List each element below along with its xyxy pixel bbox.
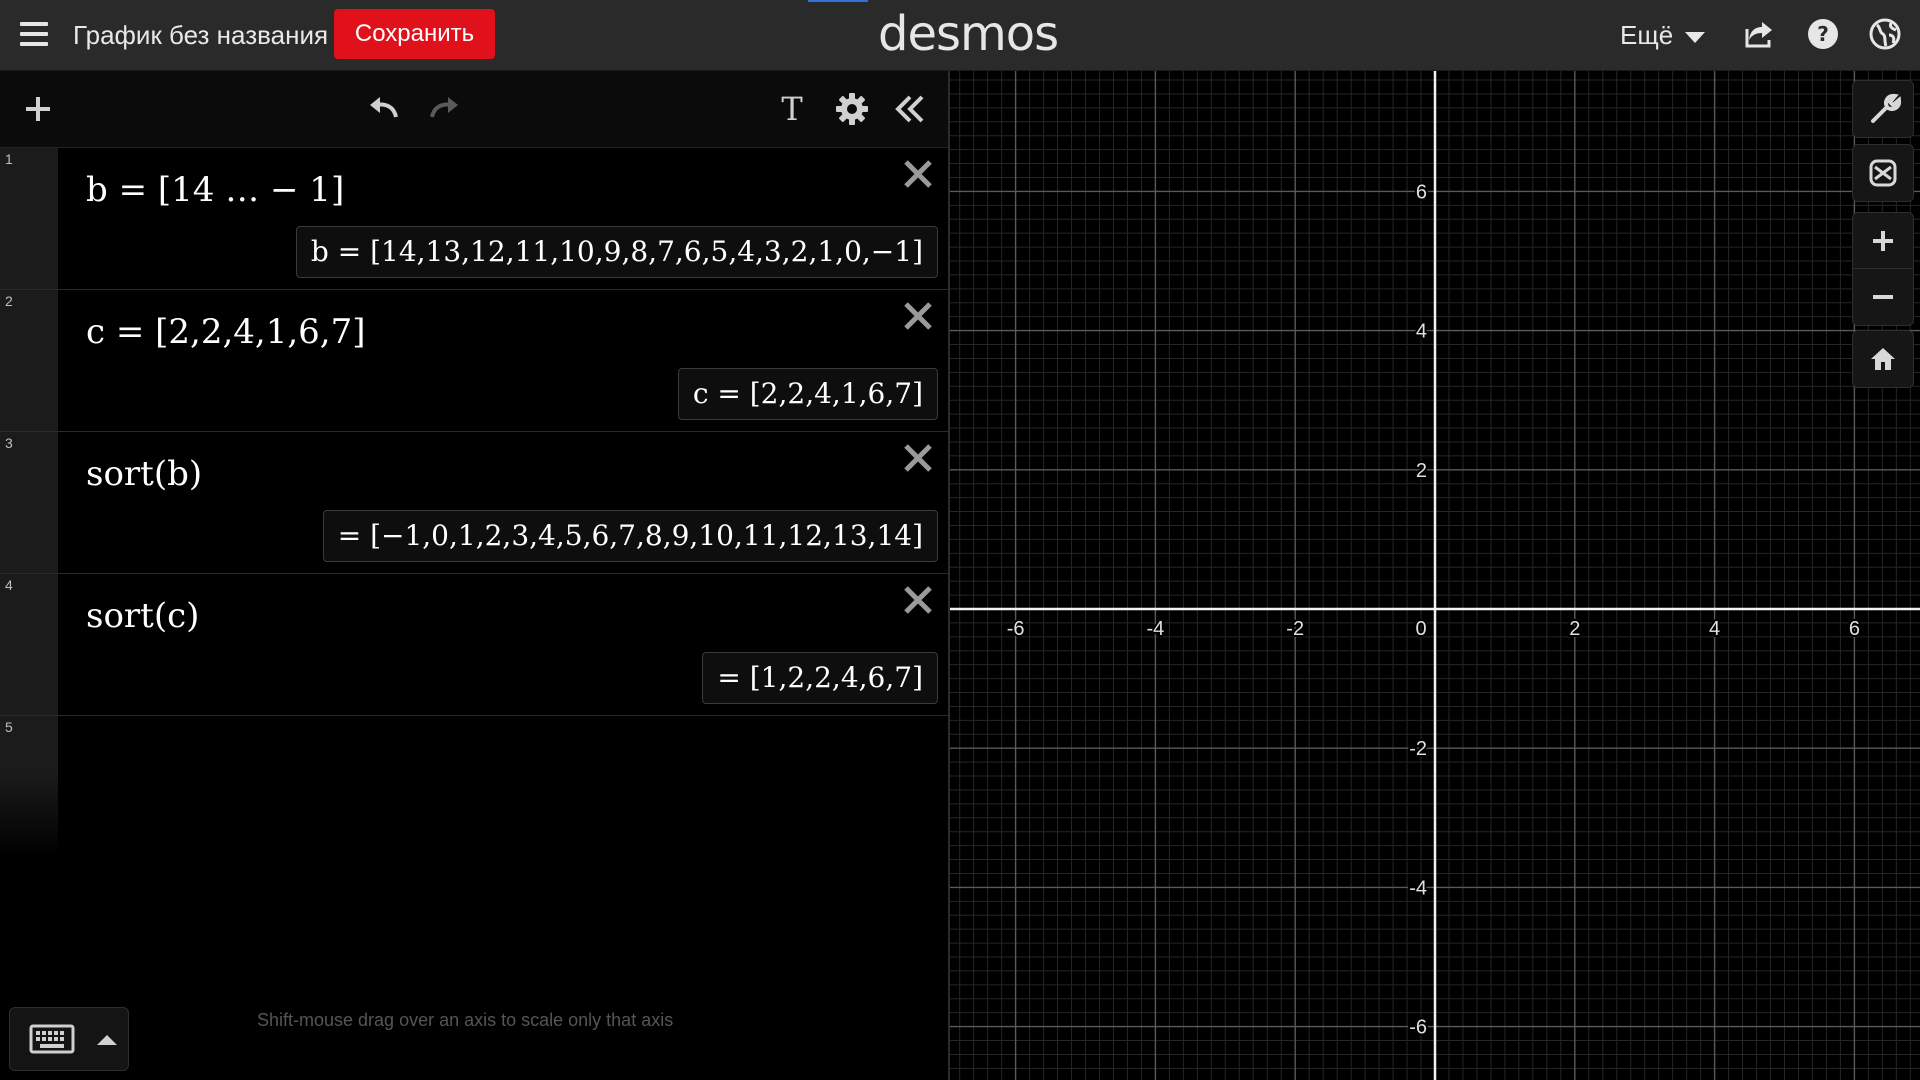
default-view-button[interactable] bbox=[1852, 330, 1914, 388]
minus-icon bbox=[1873, 295, 1893, 299]
expression-input[interactable]: sort(c) bbox=[86, 596, 199, 636]
expression-input[interactable]: b = [14 … − 1] bbox=[86, 170, 344, 210]
gear-icon[interactable] bbox=[830, 87, 874, 131]
graph-icon-button[interactable] bbox=[1852, 144, 1914, 202]
more-menu[interactable]: Ещё bbox=[1620, 20, 1706, 51]
x-tick-label: -2 bbox=[1286, 618, 1304, 640]
active-indicator bbox=[808, 0, 868, 2]
graph-paper-icon bbox=[1869, 159, 1897, 187]
globe-icon[interactable] bbox=[1867, 16, 1903, 52]
more-label: Ещё bbox=[1620, 20, 1674, 50]
save-button[interactable]: Сохранить bbox=[334, 9, 495, 59]
expression-result: c = [2,2,4,1,6,7] bbox=[677, 368, 938, 420]
expression-row[interactable]: 1 b = [14 … − 1] b = [14,13,12,11,10,9,8… bbox=[0, 148, 948, 290]
keyboard-icon bbox=[29, 1024, 117, 1054]
expression-row-empty[interactable]: 5 bbox=[0, 716, 948, 857]
graph-title[interactable]: График без названия bbox=[73, 20, 328, 51]
zoom-in-button[interactable] bbox=[1852, 212, 1914, 270]
redo-icon[interactable] bbox=[422, 87, 466, 131]
expression-gutter: 4 bbox=[0, 574, 58, 715]
close-icon[interactable] bbox=[898, 154, 938, 194]
expression-index: 5 bbox=[5, 719, 13, 735]
x-tick-label: 6 bbox=[1849, 618, 1860, 640]
expression-row[interactable]: 2 c = [2,2,4,1,6,7] c = [2,2,4,1,6,7] bbox=[0, 290, 948, 432]
x-tick-label: -6 bbox=[1007, 618, 1025, 640]
expression-gutter: 2 bbox=[0, 290, 58, 431]
y-tick-label: -4 bbox=[1409, 877, 1427, 899]
expression-result: = [1,2,2,4,6,7] bbox=[702, 652, 938, 704]
y-tick-label: 4 bbox=[1416, 321, 1427, 343]
expression-gutter: 5 bbox=[0, 716, 58, 857]
caret-down-icon bbox=[1685, 31, 1706, 43]
plus-icon bbox=[1873, 231, 1893, 251]
plus-icon[interactable] bbox=[16, 87, 60, 131]
y-tick-label: 2 bbox=[1416, 460, 1427, 482]
expression-panel: T 1 b = [14 … − 1] b = [14,13,12,11,10,9… bbox=[0, 71, 948, 1080]
share-icon[interactable] bbox=[1742, 16, 1778, 52]
wrench-icon bbox=[1871, 93, 1902, 123]
x-tick-label: 0 bbox=[1415, 618, 1426, 640]
axis-scale-hint: Shift-mouse drag over an axis to scale o… bbox=[257, 1010, 674, 1030]
expression-row[interactable]: 4 sort(c) = [1,2,2,4,6,7] bbox=[0, 574, 948, 716]
y-tick-label: -2 bbox=[1409, 738, 1427, 760]
graph-canvas[interactable]: -6 -4 -2 0 2 4 6 6 4 2 -2 -4 -6 bbox=[950, 71, 1920, 1080]
expression-input[interactable]: sort(b) bbox=[86, 454, 202, 494]
text-icon[interactable]: T bbox=[770, 87, 814, 131]
expression-input[interactable]: c = [2,2,4,1,6,7] bbox=[86, 312, 366, 352]
home-icon bbox=[1871, 348, 1895, 370]
expression-row[interactable]: 3 sort(b) = [−1,0,1,2,3,4,5,6,7,8,9,10,1… bbox=[0, 432, 948, 574]
svg-text:?: ? bbox=[1817, 22, 1829, 46]
desmos-logo: desmos bbox=[878, 6, 1059, 62]
zoom-out-button[interactable] bbox=[1852, 268, 1914, 326]
expression-index: 2 bbox=[5, 293, 13, 309]
y-tick-label: -6 bbox=[1409, 1017, 1427, 1039]
close-icon[interactable] bbox=[898, 438, 938, 478]
help-icon[interactable]: ? bbox=[1805, 16, 1841, 52]
close-icon[interactable] bbox=[898, 580, 938, 620]
double-chevron-left-icon[interactable] bbox=[888, 87, 932, 131]
graph-settings-button[interactable] bbox=[1852, 80, 1914, 138]
expression-list: 1 b = [14 … − 1] b = [14,13,12,11,10,9,8… bbox=[0, 148, 948, 857]
x-tick-label: 2 bbox=[1569, 618, 1580, 640]
expression-result: = [−1,0,1,2,3,4,5,6,7,8,9,10,11,12,13,14… bbox=[322, 510, 938, 562]
expression-gutter: 1 bbox=[0, 148, 58, 289]
x-tick-label: 4 bbox=[1709, 618, 1720, 640]
hamburger-icon[interactable] bbox=[16, 18, 52, 50]
expression-index: 1 bbox=[5, 151, 13, 167]
expression-toolbar: T bbox=[0, 71, 948, 148]
expression-gutter: 3 bbox=[0, 432, 58, 573]
caret-up-icon bbox=[97, 1035, 117, 1045]
y-tick-label: 6 bbox=[1416, 181, 1427, 203]
close-icon[interactable] bbox=[898, 296, 938, 336]
undo-icon[interactable] bbox=[362, 87, 406, 131]
top-bar: График без названия Сохранить desmos Ещё… bbox=[0, 0, 1920, 71]
axes bbox=[950, 71, 1920, 1080]
expression-index: 4 bbox=[5, 577, 13, 593]
x-tick-label: -4 bbox=[1147, 618, 1165, 640]
expression-index: 3 bbox=[5, 435, 13, 451]
expression-result: b = [14,13,12,11,10,9,8,7,6,5,4,3,2,1,0,… bbox=[295, 226, 938, 278]
keyboard-toggle-button[interactable] bbox=[9, 1007, 129, 1071]
